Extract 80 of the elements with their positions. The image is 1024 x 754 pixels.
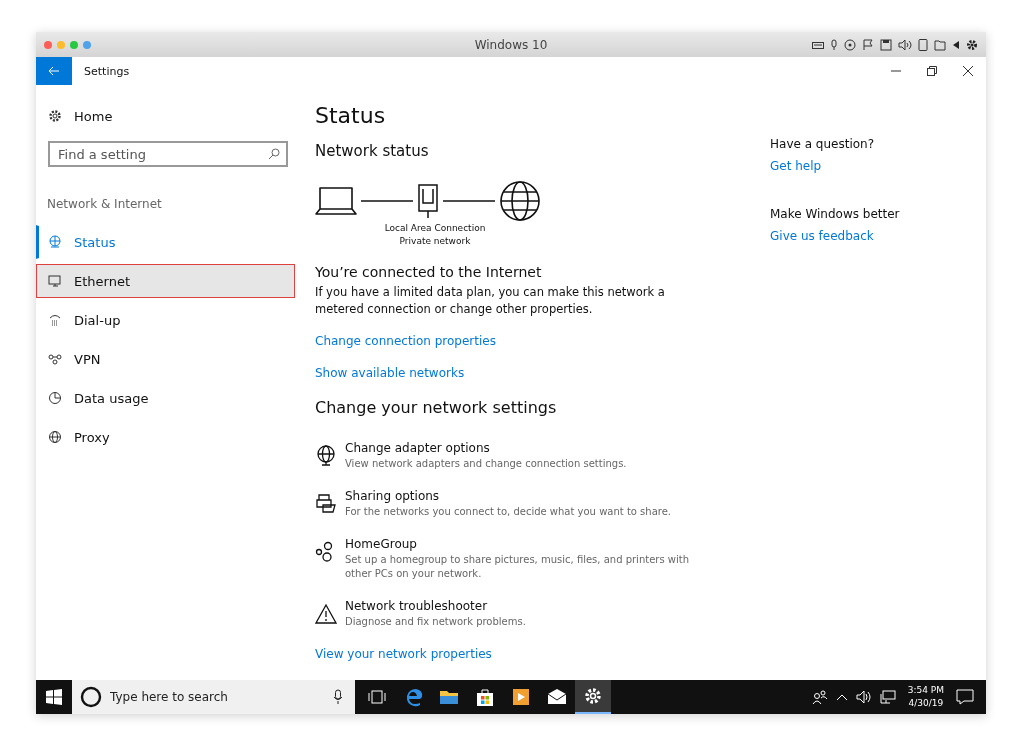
connection-type: Private network — [399, 235, 471, 248]
aside-heading: Have a question? — [770, 137, 876, 151]
triangle-icon[interactable] — [952, 39, 960, 50]
setting-title: Sharing options — [345, 489, 441, 503]
setting-item[interactable]: Sharing options For the networks you connect to, decide what you want to share. — [315, 489, 755, 519]
taskbar-search-field[interactable]: Type here to search — [72, 680, 355, 714]
nav-item[interactable]: VPN — [36, 342, 295, 376]
disc-icon[interactable] — [844, 38, 856, 51]
setting-title: Network troubleshooter — [345, 599, 489, 613]
setting-description: For the networks you connect to, decide what you want to share. — [345, 505, 672, 519]
app-title: Settings — [84, 64, 130, 78]
setting-item[interactable]: Network troubleshooter Diagnose and fix network problems. — [315, 599, 755, 629]
gear-icon — [48, 109, 62, 123]
laptop-icon — [315, 185, 357, 217]
speaker-icon[interactable] — [855, 690, 872, 704]
monitor-icon — [48, 274, 62, 288]
network-nodes-icon — [48, 352, 62, 366]
notification-icon[interactable] — [956, 689, 974, 705]
connection-name: Local Area Connection — [384, 222, 486, 235]
settings-button[interactable] — [575, 680, 611, 714]
section-heading: Change your network settings — [315, 398, 558, 417]
setting-item[interactable]: HomeGroup Set up a homegroup to share pictures, music, files, and printers with other PCs on your network. — [315, 537, 755, 581]
search-field[interactable]: Find a setting — [48, 141, 288, 167]
section-heading: Network & Internet — [47, 197, 163, 211]
windows-stack-icon — [367, 687, 387, 707]
folder-icon[interactable] — [934, 38, 946, 51]
setting-description: Diagnose and fix network problems. — [345, 615, 527, 629]
nav-item[interactable]: Ethernet — [36, 264, 295, 298]
window-title: Windows 10 — [473, 37, 549, 52]
page-title: Status — [315, 103, 387, 128]
pie-chart-icon — [48, 391, 62, 405]
globe-icon — [48, 430, 62, 444]
cortana-circle-icon — [80, 686, 102, 708]
back-arrow-icon — [48, 66, 60, 76]
connection-description: If you have a limited data plan, you can make this network a metered connection or change other properties. — [315, 284, 666, 318]
nav-item[interactable]: Status — [36, 225, 295, 259]
play-icon — [511, 687, 531, 707]
setting-description: Set up a homegroup to share pictures, music, files, and printers with other PCs on your network. — [345, 553, 691, 581]
link[interactable]: Get help — [770, 159, 900, 173]
section-heading: Network status — [315, 142, 430, 160]
microphone-icon[interactable] — [333, 689, 343, 705]
nav-item[interactable]: Dial-up — [36, 303, 295, 337]
speaker-icon[interactable] — [898, 38, 912, 51]
gear-icon[interactable] — [966, 38, 978, 51]
connection-line — [361, 199, 413, 203]
aside-heading: Make Windows better — [770, 207, 900, 221]
printer-icon — [315, 493, 337, 515]
shopping-bag-icon — [475, 687, 495, 707]
link[interactable]: Give us feedback — [770, 229, 900, 243]
windows-logo-icon — [46, 689, 62, 705]
setting-title: HomeGroup — [345, 537, 418, 551]
envelope-icon — [547, 687, 567, 707]
flag-icon[interactable] — [862, 38, 874, 51]
link[interactable]: View your network properties — [315, 647, 492, 661]
chevron-up-icon[interactable] — [835, 692, 848, 702]
status-dot-icon — [83, 40, 91, 49]
home-link[interactable]: Home — [36, 105, 300, 127]
network-adapter-icon — [417, 183, 439, 219]
connection-heading: You’re connected to the Internet — [315, 264, 543, 280]
keyboard-icon[interactable] — [812, 39, 824, 50]
monitor-icon[interactable] — [879, 690, 896, 704]
link[interactable]: Change connection properties — [315, 334, 496, 348]
setting-title: Change adapter options — [345, 441, 491, 455]
close-icon[interactable] — [962, 65, 974, 77]
floppy-icon[interactable] — [880, 38, 892, 51]
setting-description: View network adapters and change connection settings. — [345, 457, 628, 471]
warning-icon — [315, 603, 337, 625]
link[interactable]: Show available networks — [315, 366, 465, 380]
connection-line — [443, 199, 495, 203]
nav-item[interactable]: Data usage — [36, 381, 295, 415]
search-icon — [268, 148, 280, 160]
nav-item[interactable]: Proxy — [36, 420, 295, 454]
clock[interactable]: 3:54 PM 4/30/19 — [907, 684, 944, 710]
globe-monitor-icon — [315, 445, 337, 467]
globe-icon — [48, 235, 62, 249]
people-icon[interactable] — [811, 689, 828, 705]
restore-icon[interactable] — [926, 65, 938, 77]
setting-item[interactable]: Change adapter options View network adapters and change connection settings. — [315, 441, 755, 471]
gear-icon — [583, 686, 603, 706]
globe-icon — [499, 180, 541, 222]
